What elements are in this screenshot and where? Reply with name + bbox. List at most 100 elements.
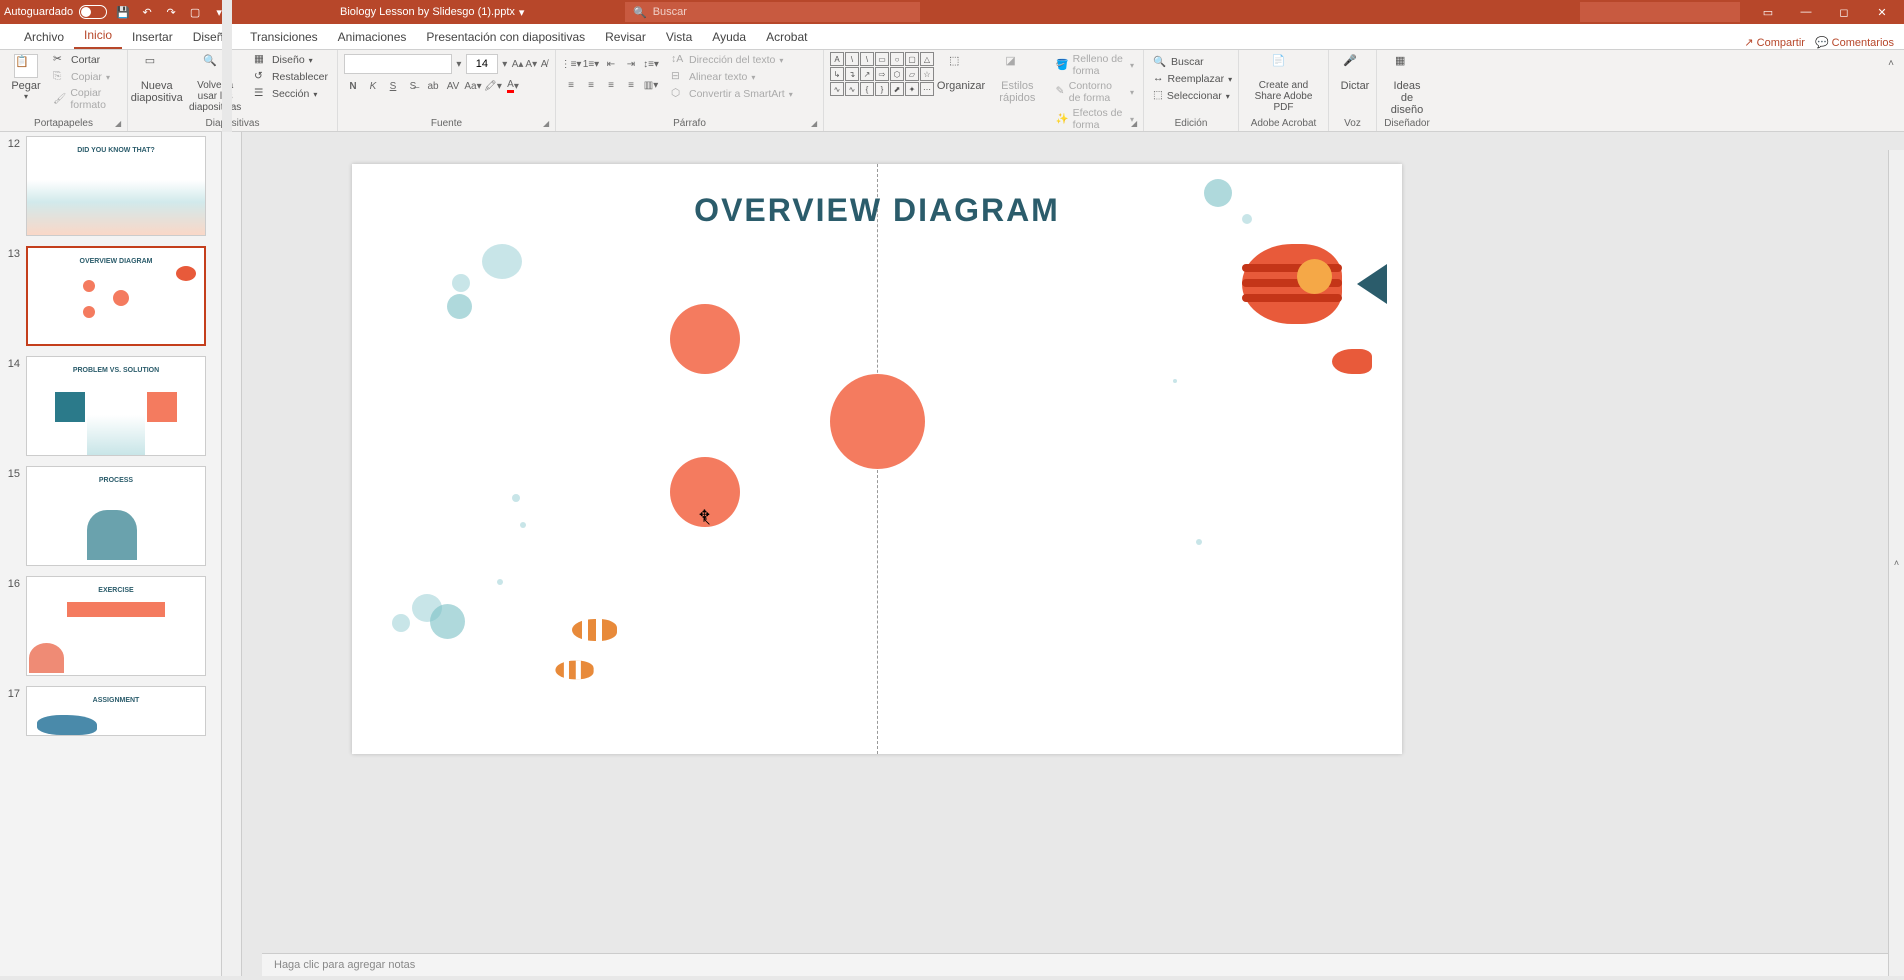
bubble-deco[interactable] (1204, 179, 1232, 207)
shape-brace-icon[interactable]: { (860, 82, 874, 96)
tab-acrobat[interactable]: Acrobat (756, 25, 817, 49)
filename-dropdown-icon[interactable]: ▾ (519, 6, 525, 19)
text-direction-button[interactable]: ↕ADirección del texto▾ (668, 52, 796, 68)
search-input[interactable] (653, 6, 912, 18)
font-size-dropdown-icon[interactable]: ▾ (500, 55, 510, 73)
indent-button[interactable]: ⇥ (622, 55, 640, 73)
close-icon[interactable]: ✕ (1864, 0, 1900, 24)
tab-vista[interactable]: Vista (656, 25, 702, 49)
shape-triangle-icon[interactable]: △ (920, 52, 934, 66)
bubble-deco[interactable] (452, 274, 470, 292)
replace-button[interactable]: ↔Reemplazar▾ (1150, 71, 1232, 87)
align-center-button[interactable]: ≡ (582, 76, 600, 94)
align-left-button[interactable]: ≡ (562, 76, 580, 94)
slide-thumbnails-panel[interactable]: 12 DID YOU KNOW THAT? 13 OVERVIEW DIAGRA… (0, 132, 222, 976)
shape-textbox-icon[interactable]: A (830, 52, 844, 66)
undo-icon[interactable]: ↶ (139, 4, 155, 20)
design-ideas-button[interactable]: ▦ Ideas de diseño (1383, 52, 1431, 118)
dialog-launcher-icon[interactable]: ◢ (543, 119, 553, 129)
bold-button[interactable]: N (344, 77, 362, 95)
diagram-circle-1[interactable] (670, 304, 740, 374)
shape-arrow3-icon[interactable]: ⬈ (890, 82, 904, 96)
bubble-deco[interactable] (1242, 214, 1252, 224)
shape-line2-icon[interactable]: \ (860, 52, 874, 66)
paste-button[interactable]: 📋 Pegar ▾ (6, 52, 46, 103)
shape-oval-icon[interactable]: ○ (890, 52, 904, 66)
canvas-area[interactable]: OVERVIEW DIAGRAM (242, 132, 1904, 976)
reuse-slides-button[interactable]: 🔍 Volver a usar las diapositivas (183, 52, 247, 115)
shape-rect-icon[interactable]: ▭ (875, 52, 889, 66)
strike-button[interactable]: S̶ (404, 77, 422, 95)
select-button[interactable]: ⬚Seleccionar▾ (1150, 88, 1232, 104)
smartart-button[interactable]: ⬡Convertir a SmartArt▾ (668, 86, 796, 102)
columns-button[interactable]: ▥▾ (642, 76, 660, 94)
cut-button[interactable]: ✂Cortar (50, 52, 121, 68)
bubble-deco[interactable] (497, 579, 503, 585)
shape-effects-button[interactable]: ✨Efectos de forma▾ (1053, 106, 1137, 132)
shape-arrow-icon[interactable]: ↗ (860, 67, 874, 81)
bullets-button[interactable]: ⋮≡▾ (562, 55, 580, 73)
decrease-font-icon[interactable]: A▾ (525, 55, 537, 73)
shape-conn2-icon[interactable]: ↴ (845, 67, 859, 81)
bubble-deco[interactable] (520, 522, 526, 528)
copy-button[interactable]: ⎘Copiar▾ (50, 69, 121, 85)
search-box[interactable]: 🔍 (625, 2, 920, 22)
find-button[interactable]: 🔍Buscar (1150, 54, 1232, 70)
shape-hex-icon[interactable]: ⬡ (890, 67, 904, 81)
thumbnail-slide-15[interactable]: PROCESS (26, 466, 206, 566)
tab-revisar[interactable]: Revisar (595, 25, 656, 49)
tab-presentacion[interactable]: Presentación con diapositivas (416, 25, 595, 49)
shape-curve-icon[interactable]: ∿ (830, 82, 844, 96)
font-name-input[interactable] (344, 54, 452, 74)
toggle-icon[interactable] (79, 5, 107, 19)
shadow-button[interactable]: ab (424, 77, 442, 95)
line-spacing-button[interactable]: ↕≡▾ (642, 55, 660, 73)
tab-ayuda[interactable]: Ayuda (702, 25, 756, 49)
thumbnail-slide-17[interactable]: ASSIGNMENT (26, 686, 206, 736)
shape-curve2-icon[interactable]: ∿ (845, 82, 859, 96)
bubble-deco[interactable] (447, 294, 472, 319)
format-painter-button[interactable]: 🖌Copiar formato (50, 86, 121, 112)
section-button[interactable]: ☰Sección▾ (251, 86, 331, 102)
bubble-deco[interactable] (1173, 379, 1177, 383)
align-right-button[interactable]: ≡ (602, 76, 620, 94)
tab-animaciones[interactable]: Animaciones (328, 25, 417, 49)
ribbon-display-icon[interactable]: ▭ (1750, 0, 1786, 24)
shape-brace2-icon[interactable]: } (875, 82, 889, 96)
clear-format-icon[interactable]: A̸ (539, 55, 549, 73)
shape-arrow2-icon[interactable]: ⇨ (875, 67, 889, 81)
paste-dropdown-icon[interactable]: ▾ (24, 92, 28, 101)
align-text-button[interactable]: ⊟Alinear texto▾ (668, 69, 796, 85)
bubble-deco[interactable] (512, 494, 520, 502)
shape-roundrect-icon[interactable]: ▢ (905, 52, 919, 66)
font-size-input[interactable] (466, 54, 498, 74)
justify-button[interactable]: ≡ (622, 76, 640, 94)
thumbnail-slide-13[interactable]: OVERVIEW DIAGRAM (26, 246, 206, 346)
save-icon[interactable]: 💾 (115, 4, 131, 20)
maximize-icon[interactable]: ◻ (1826, 0, 1862, 24)
font-color-button[interactable]: A▾ (504, 77, 522, 95)
tab-insertar[interactable]: Insertar (122, 25, 183, 49)
outdent-button[interactable]: ⇤ (602, 55, 620, 73)
shape-conn1-icon[interactable]: ↳ (830, 67, 844, 81)
slideshow-icon[interactable]: ▢ (187, 4, 203, 20)
collapse-ribbon-icon[interactable]: ˄ (1882, 54, 1900, 72)
diagram-circle-2[interactable] (830, 374, 925, 469)
notes-placeholder[interactable]: Haga clic para agregar notas (262, 953, 1904, 976)
shape-star2-icon[interactable]: ✦ (905, 82, 919, 96)
font-name-dropdown-icon[interactable]: ▾ (454, 55, 464, 73)
fish-small-illustration[interactable] (1332, 349, 1372, 374)
numbering-button[interactable]: 1≡▾ (582, 55, 600, 73)
dialog-launcher-icon[interactable]: ◢ (1131, 119, 1141, 129)
fish-illustration[interactable] (1242, 244, 1372, 334)
case-button[interactable]: Aa▾ (464, 77, 482, 95)
tab-transiciones[interactable]: Transiciones (240, 25, 328, 49)
autosave-toggle[interactable]: Autoguardado (4, 5, 107, 19)
thumbnail-slide-16[interactable]: EXERCISE (26, 576, 206, 676)
adobe-pdf-button[interactable]: 📄 Create and Share Adobe PDF (1245, 52, 1322, 115)
redo-icon[interactable]: ↷ (163, 4, 179, 20)
quick-styles-button[interactable]: ◪ Estilos rápidos (988, 52, 1047, 106)
share-button[interactable]: ↗ Compartir (1744, 36, 1805, 49)
bubble-deco[interactable] (1196, 539, 1202, 545)
thumbnail-slide-14[interactable]: PROBLEM VS. SOLUTION (26, 356, 206, 456)
